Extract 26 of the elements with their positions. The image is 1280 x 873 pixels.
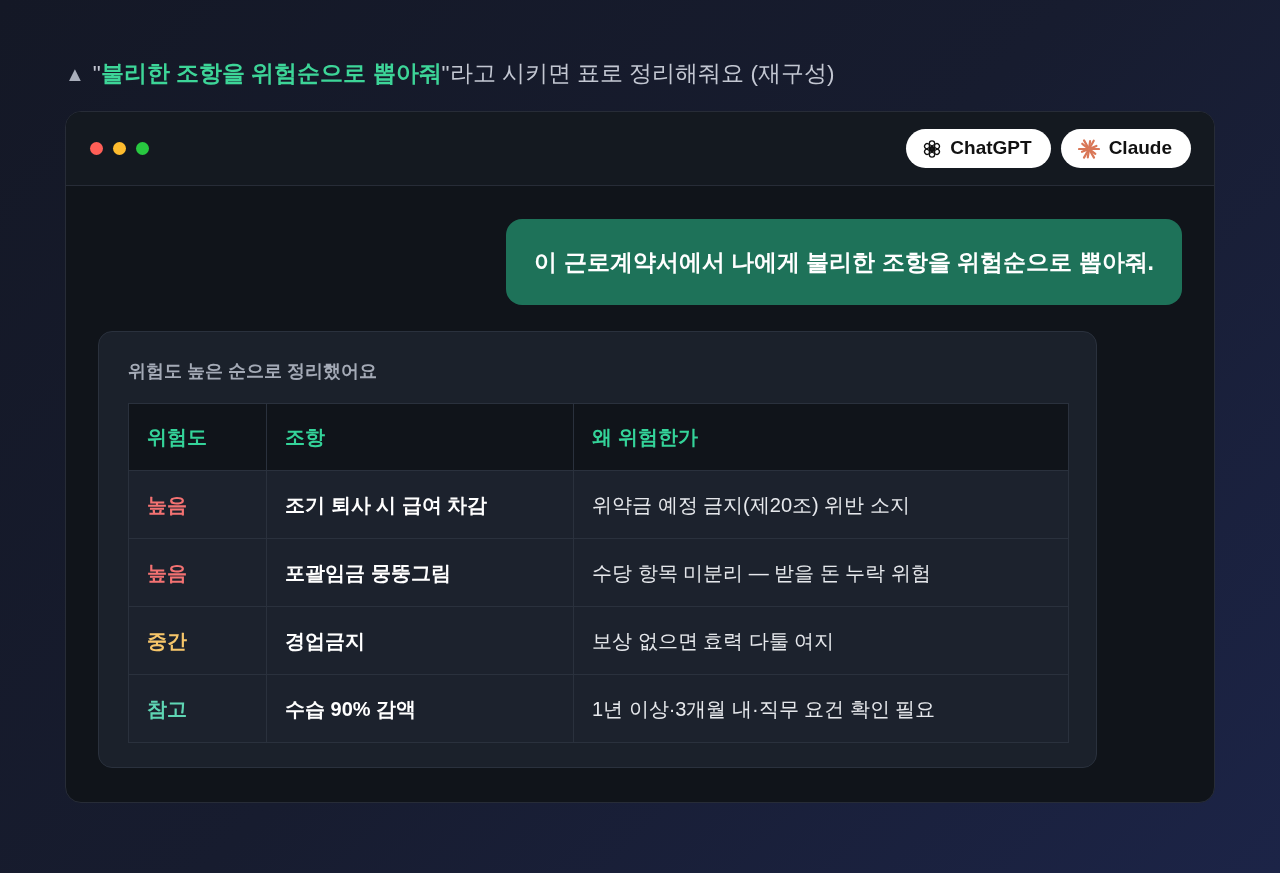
window-maximize-icon[interactable] [136, 142, 149, 155]
table-cell: 보상 없으면 효력 다툴 여지 [573, 606, 1069, 675]
table-cell: 1년 이상·3개월 내·직무 요건 확인 필요 [573, 674, 1069, 743]
risk-level-cell: 참고 [128, 674, 267, 743]
table-cell: 조기 퇴사 시 급여 차감 [266, 470, 574, 539]
model-button[interactable]: ChatGPT [906, 129, 1051, 168]
caption-text: "불리한 조항을 위험순으로 뽑아줘"라고 시키면 표로 정리해줘요 (재구성) [92, 60, 835, 88]
risk-level-cell: 중간 [128, 606, 267, 675]
table-cell: 경업금지 [266, 606, 574, 675]
table-cell: 수당 항목 미분리 — 받을 돈 누락 위험 [573, 538, 1069, 607]
model-button[interactable]: Claude [1060, 129, 1191, 168]
table-header-cell: 조항 [266, 403, 574, 471]
window-minimize-icon[interactable] [113, 142, 126, 155]
knot-icon [923, 139, 942, 158]
response-title: 위험도 높은 순으로 정리했어요 [128, 360, 378, 383]
table-header-cell: 왜 위험한가 [573, 403, 1069, 471]
user-message-bubble: 이 근로계약서에서 나에게 불리한 조항을 위험순으로 뽑아줘. [506, 219, 1182, 305]
table-cell: 포괄임금 뭉뚱그림 [266, 538, 574, 607]
triangle-glyph: ▲ [65, 62, 85, 87]
table-cell: 위약금 예정 금지(제20조) 위반 소지 [573, 470, 1069, 539]
risk-level-cell: 높음 [128, 538, 267, 607]
table-header-cell: 위험도 [128, 403, 267, 471]
starburst-icon [1077, 137, 1100, 160]
window-close-icon[interactable] [90, 142, 103, 155]
risk-level-cell: 높음 [128, 470, 267, 539]
table-cell: 수습 90% 감액 [266, 674, 574, 743]
